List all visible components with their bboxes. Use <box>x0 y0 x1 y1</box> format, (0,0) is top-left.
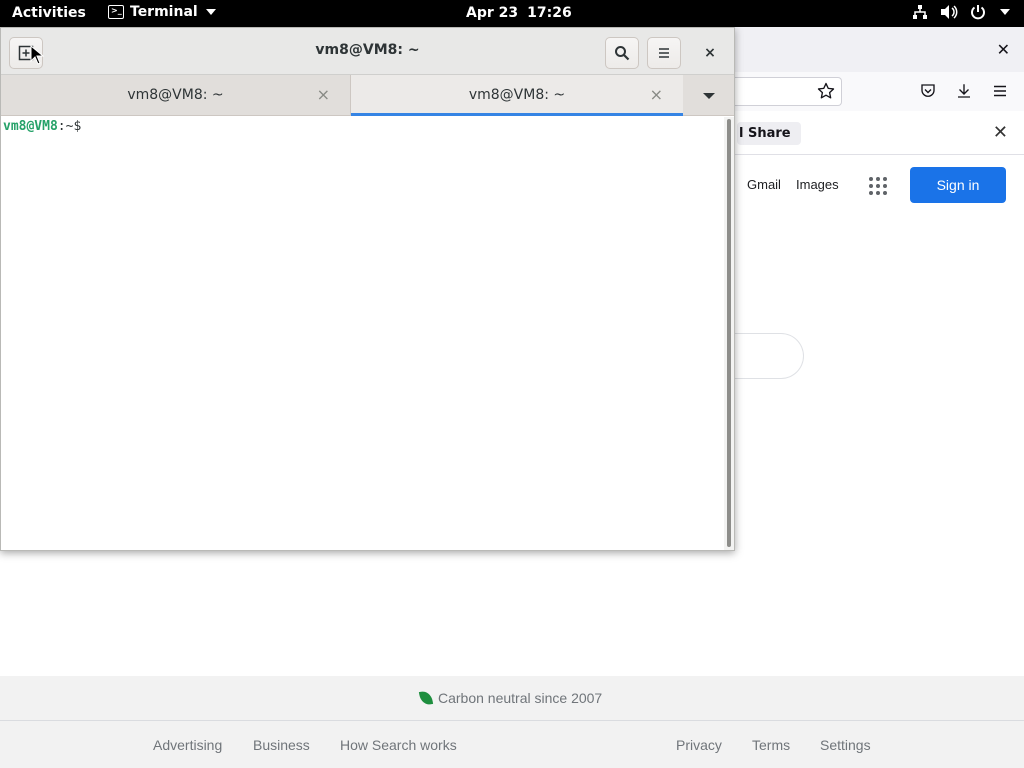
clock[interactable]: Apr 23 17:26 <box>466 5 572 21</box>
activities-button[interactable]: Activities <box>12 5 86 21</box>
scrollbar-thumb[interactable] <box>727 119 731 547</box>
share-notification-bar: l Share ✕ <box>735 115 1024 155</box>
share-button[interactable]: l Share <box>737 122 801 145</box>
terminal-headerbar[interactable]: vm8@VM8: ~ × <box>1 28 734 75</box>
gnome-top-bar: Activities >_ Terminal Apr 23 17:26 <box>0 0 1024 27</box>
terminal-tab-bar: vm8@VM8: ~ × vm8@VM8: ~ × <box>1 75 734 116</box>
notification-close-icon[interactable]: ✕ <box>993 122 1008 143</box>
app-menu-label: Terminal <box>130 4 198 20</box>
tab-close-icon[interactable]: × <box>317 85 330 104</box>
firefox-close-icon[interactable]: ✕ <box>997 40 1010 59</box>
prompt-separator: : <box>57 119 66 134</box>
menu-button[interactable] <box>647 37 681 69</box>
hamburger-menu-icon <box>659 48 669 58</box>
app-menu[interactable]: >_ Terminal <box>108 4 216 20</box>
footer-link-advertising[interactable]: Advertising <box>153 737 222 753</box>
footer-links: Advertising Business How Search works Pr… <box>0 721 1024 768</box>
terminal-output[interactable]: vm8@VM8:~$ <box>1 117 723 550</box>
google-apps-icon[interactable] <box>869 177 887 195</box>
tab-label: vm8@VM8: ~ <box>468 87 566 103</box>
gmail-link[interactable]: Gmail <box>747 177 781 192</box>
search-button[interactable] <box>605 37 639 69</box>
clock-date: Apr 23 <box>466 5 519 21</box>
bookmark-star-icon[interactable] <box>817 82 835 104</box>
hamburger-menu-icon[interactable] <box>991 82 1009 104</box>
footer-link-terms[interactable]: Terms <box>752 737 790 753</box>
clock-time: 17:26 <box>527 5 572 21</box>
tab-close-icon[interactable]: × <box>650 85 663 104</box>
pocket-icon[interactable] <box>919 82 937 104</box>
sign-in-button[interactable]: Sign in <box>910 167 1006 203</box>
prompt-user-host: vm8@VM8 <box>3 119 58 134</box>
system-tray[interactable] <box>912 4 1010 20</box>
terminal-window: vm8@VM8: ~ × vm8@VM8: ~ × vm8@VM8: ~ × v… <box>0 27 735 551</box>
close-window-button[interactable]: × <box>697 40 723 66</box>
search-icon <box>615 46 630 61</box>
carbon-neutral-note[interactable]: Carbon neutral since 2007 <box>418 690 603 706</box>
terminal-tab-active[interactable]: vm8@VM8: ~ × <box>351 75 683 116</box>
footer-link-how-search-works[interactable]: How Search works <box>340 737 457 753</box>
footer-country-bar: Carbon neutral since 2007 <box>0 676 1024 721</box>
terminal-app-icon: >_ <box>108 5 124 19</box>
terminal-scrollbar[interactable] <box>724 117 734 550</box>
power-icon <box>971 5 985 20</box>
footer-link-privacy[interactable]: Privacy <box>676 737 722 753</box>
leaf-icon <box>418 690 434 706</box>
images-link[interactable]: Images <box>796 177 839 192</box>
chevron-down-icon <box>1000 9 1010 15</box>
mouse-pointer-icon <box>30 45 44 65</box>
tab-label: vm8@VM8: ~ <box>127 87 224 103</box>
footer-link-business[interactable]: Business <box>253 737 310 753</box>
firefox-tab-strip <box>735 27 1024 72</box>
footer-link-settings[interactable]: Settings <box>820 737 871 753</box>
volume-icon <box>941 5 958 19</box>
chevron-down-icon <box>702 92 715 99</box>
tab-list-dropdown[interactable] <box>683 75 734 116</box>
prompt-path: ~$ <box>65 119 82 134</box>
downloads-icon[interactable] <box>955 82 973 104</box>
carbon-text: Carbon neutral since 2007 <box>438 690 603 706</box>
network-wired-icon <box>913 5 927 19</box>
terminal-tab[interactable]: vm8@VM8: ~ × <box>1 75 351 116</box>
chevron-down-icon <box>205 9 216 15</box>
